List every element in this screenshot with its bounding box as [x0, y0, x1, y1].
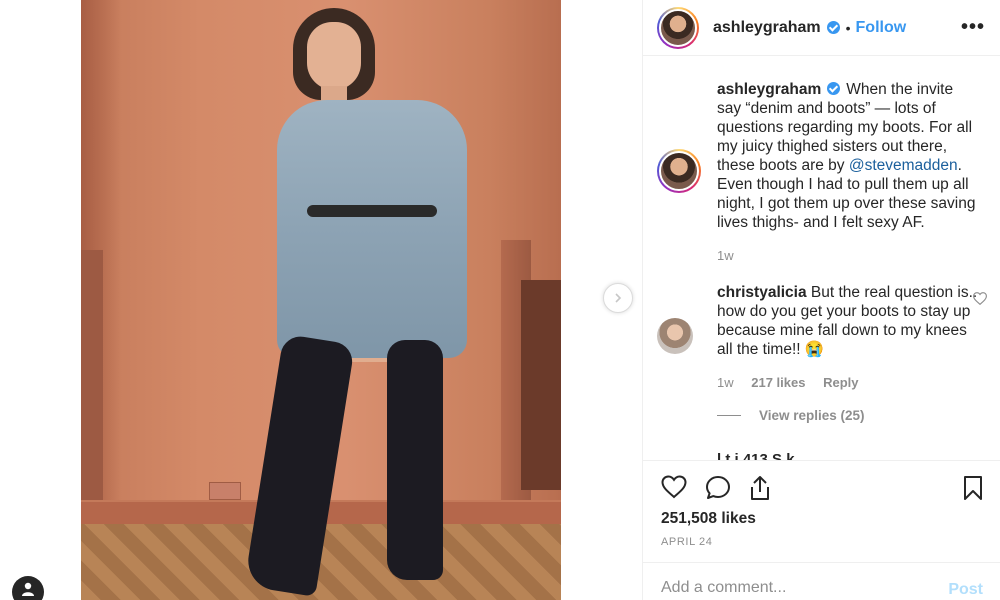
- photo-figure-boot-right: [387, 340, 443, 580]
- caption-meta: 1w: [717, 248, 748, 263]
- post-comment-button[interactable]: Post: [948, 581, 983, 599]
- comment-meta: 1w 217 likes Reply: [717, 375, 873, 390]
- photo-door: [521, 280, 561, 490]
- caption-avatar-ring: [657, 149, 701, 193]
- photo-figure-jacket: [277, 100, 467, 358]
- comment-icon[interactable]: [705, 475, 731, 501]
- caption-avatar-image: [659, 151, 699, 191]
- next-photo-button[interactable]: [603, 283, 633, 313]
- author-username[interactable]: ashleygraham: [713, 19, 821, 37]
- commenter-avatar[interactable]: [657, 318, 693, 354]
- post-photo[interactable]: [81, 0, 561, 600]
- post-date[interactable]: APRIL 24: [661, 536, 712, 548]
- header-separator-dot: •: [845, 19, 851, 36]
- commenter-username[interactable]: christyalicia: [717, 284, 807, 301]
- user-icon: [22, 582, 34, 596]
- follow-button[interactable]: Follow: [856, 19, 907, 37]
- photo-area: [0, 0, 642, 600]
- heart-icon[interactable]: [661, 475, 687, 499]
- verified-icon: [826, 21, 840, 34]
- view-replies-button[interactable]: View replies (25): [717, 408, 865, 423]
- post-actions: 251,508 likes APRIL 24: [643, 460, 1000, 560]
- comment-like-heart-icon[interactable]: [973, 292, 987, 305]
- view-replies-line: [717, 415, 741, 416]
- post-side-panel: ashleygraham • Follow ••• ashleygraham Wh…: [642, 0, 1000, 600]
- comment-likes[interactable]: 217 likes: [751, 375, 805, 390]
- more-icon[interactable]: •••: [961, 16, 985, 39]
- tagged-user-button[interactable]: [12, 576, 44, 600]
- bookmark-icon[interactable]: [963, 475, 983, 501]
- photo-figure-face: [307, 22, 361, 90]
- caption-mention-link[interactable]: @stevemadden: [849, 157, 958, 174]
- caption-time[interactable]: 1w: [717, 248, 734, 263]
- caption-text: ashleygraham When the invite say “denim a…: [717, 80, 979, 232]
- author-avatar-image: [659, 8, 697, 47]
- add-comment-bar: Post: [643, 562, 1000, 600]
- add-comment-input[interactable]: [661, 579, 921, 597]
- photo-figure-belt: [307, 205, 437, 217]
- verified-icon: [827, 82, 841, 95]
- caption-author-avatar[interactable]: [657, 149, 701, 193]
- view-replies-label: View replies (25): [759, 408, 865, 423]
- share-icon[interactable]: [749, 475, 771, 501]
- photo-outlet: [209, 482, 241, 500]
- author-avatar[interactable]: [657, 6, 699, 49]
- next-comment-partial: l t i 413 S k: [717, 451, 795, 460]
- caption-username[interactable]: ashleygraham: [717, 81, 821, 98]
- comments-list[interactable]: ashleygraham When the invite say “denim a…: [643, 56, 1000, 460]
- commenter-avatar-image: [657, 318, 693, 354]
- likes-count[interactable]: 251,508 likes: [661, 510, 756, 528]
- comment-text: christyalicia But the real question is..…: [717, 283, 979, 359]
- comment-reply-button[interactable]: Reply: [823, 375, 858, 390]
- chevron-right-icon: [615, 293, 622, 303]
- post-header: ashleygraham • Follow •••: [643, 0, 1000, 56]
- comment-time[interactable]: 1w: [717, 375, 734, 390]
